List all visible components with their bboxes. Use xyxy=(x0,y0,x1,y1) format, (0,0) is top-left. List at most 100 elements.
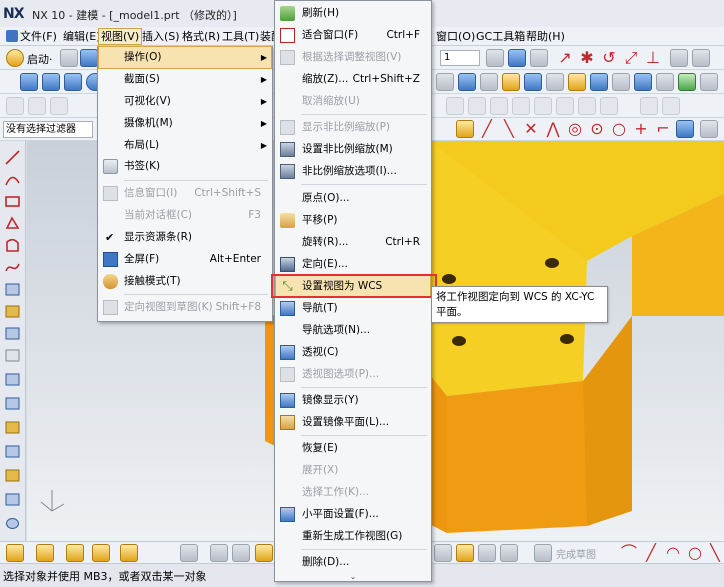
menu-insert[interactable]: 插入(S) xyxy=(140,29,182,44)
intersection-snap-icon[interactable]: ⋀ xyxy=(544,120,562,138)
grid-snap-icon[interactable] xyxy=(700,120,718,138)
line-icon[interactable] xyxy=(4,149,21,166)
menu-file[interactable]: 文件(F) xyxy=(4,29,59,44)
menu-help[interactable]: 帮助(H) xyxy=(524,29,567,44)
reuse-library-icon[interactable] xyxy=(92,544,110,562)
constraint-navigator-icon[interactable] xyxy=(66,544,84,562)
wireframe-icon[interactable] xyxy=(480,73,498,91)
sketch-ruler-icon[interactable] xyxy=(456,544,474,562)
layer-combo[interactable]: 1 xyxy=(440,50,480,66)
face-snap-icon[interactable] xyxy=(676,120,694,138)
end-point-snap-icon[interactable]: ╱ xyxy=(478,120,496,138)
render-style-icon[interactable] xyxy=(546,73,564,91)
mid-point-snap-icon[interactable]: ╲ xyxy=(500,120,518,138)
toolbar-options-icon[interactable] xyxy=(670,49,688,67)
toolbar-more-icon[interactable] xyxy=(692,49,710,67)
shape-icon[interactable] xyxy=(4,237,21,254)
control-point-snap-icon[interactable]: ✕ xyxy=(522,120,540,138)
op-refresh[interactable]: 刷新(H) xyxy=(276,3,430,24)
op-facet-settings[interactable]: 小平面设置(F)... xyxy=(276,504,430,525)
history-icon[interactable] xyxy=(120,544,138,562)
op-rotate[interactable]: 旋转(R)... Ctrl+R xyxy=(276,232,430,253)
analysis-icon[interactable] xyxy=(578,97,596,115)
menu-scroll-down-icon[interactable]: ⌄ xyxy=(275,572,431,581)
wcs-origin-icon[interactable]: ↗ xyxy=(556,49,574,67)
start-icon[interactable] xyxy=(6,49,24,67)
shaded-icon[interactable] xyxy=(458,73,476,91)
op-mirror-display[interactable]: 镜像显示(Y) xyxy=(276,390,430,411)
view-menu-layout[interactable]: 布局(L) ▶ xyxy=(99,135,271,156)
datum-plane-icon[interactable] xyxy=(534,97,552,115)
type-filter-dropdown[interactable]: 没有选择过滤器 xyxy=(3,121,93,138)
sketch-line-icon[interactable]: ╱ xyxy=(642,544,660,562)
wcs-orient-icon[interactable]: ⤢ xyxy=(622,49,640,67)
menu-tools[interactable]: 工具(T) xyxy=(220,29,261,44)
block-icon[interactable] xyxy=(42,73,60,91)
right-view-icon[interactable] xyxy=(656,73,674,91)
point-on-curve-snap-icon[interactable]: + xyxy=(632,120,650,138)
view-menu-section[interactable]: 截面(S) ▶ xyxy=(99,69,271,90)
system-scene-icon[interactable] xyxy=(255,544,273,562)
op-nonproportional-options[interactable]: 非比例缩放选项(I)... xyxy=(276,161,430,182)
move-to-layer-icon[interactable] xyxy=(508,49,526,67)
wcs-display-icon[interactable]: ⊥ xyxy=(644,49,662,67)
new-file-icon[interactable] xyxy=(60,49,78,67)
snap-more-icon[interactable] xyxy=(662,97,680,115)
profile-icon[interactable]: ⌒ xyxy=(620,544,638,562)
process-studio-icon[interactable] xyxy=(210,544,228,562)
op-perspective[interactable]: 透视(C) xyxy=(276,342,430,363)
rectangle-icon[interactable] xyxy=(4,193,21,210)
view-menu-bookmark[interactable]: 书签(K) xyxy=(99,156,271,177)
op-navigate-options[interactable]: 导航选项(N)... xyxy=(276,320,430,341)
datum-axis-icon[interactable] xyxy=(556,97,574,115)
cut-icon[interactable] xyxy=(50,97,68,115)
quadrant-snap-icon[interactable]: ⊙ xyxy=(588,120,606,138)
spline-icon[interactable] xyxy=(4,259,21,276)
shell-icon[interactable] xyxy=(4,515,21,532)
copy-icon[interactable] xyxy=(28,97,46,115)
datum-csys-icon[interactable] xyxy=(512,97,530,115)
op-restore[interactable]: 恢复(E) xyxy=(276,438,430,459)
view-menu-touch-mode[interactable]: 接触模式(T) xyxy=(99,271,271,292)
arc-icon[interactable] xyxy=(4,171,21,188)
menu-format[interactable]: 格式(R) xyxy=(180,29,222,44)
trimetric-icon[interactable] xyxy=(568,73,586,91)
sketch-constraints-icon[interactable] xyxy=(478,544,496,562)
sketch-circle-icon[interactable]: ○ xyxy=(686,544,704,562)
snap-options-icon[interactable] xyxy=(640,97,658,115)
menu-window[interactable]: 窗口(O) xyxy=(434,29,477,44)
op-set-nonproportional[interactable]: 设置非比例缩放(M) xyxy=(276,139,430,160)
edge-display-icon[interactable] xyxy=(502,73,520,91)
finish-sketch-icon[interactable] xyxy=(534,544,552,562)
section-analysis-icon[interactable] xyxy=(600,97,618,115)
point-icon[interactable] xyxy=(490,97,508,115)
part-navigator-icon[interactable] xyxy=(6,544,24,562)
menu-edit[interactable]: 编辑(E) xyxy=(61,29,103,44)
view-menu-camera[interactable]: 摄像机(M) ▶ xyxy=(99,113,271,134)
layer-settings-icon[interactable] xyxy=(486,49,504,67)
menu-view[interactable]: 视图(V) xyxy=(97,28,143,45)
wcs-rotate-icon[interactable]: ↺ xyxy=(600,49,618,67)
display-options-icon[interactable] xyxy=(678,73,696,91)
polygon-icon[interactable] xyxy=(4,215,21,232)
op-orient[interactable]: 定向(E)... xyxy=(276,254,430,275)
top-view-icon[interactable] xyxy=(612,73,630,91)
chamfer-icon[interactable] xyxy=(4,491,21,508)
open-icon[interactable] xyxy=(80,49,98,67)
point-on-face-snap-icon[interactable]: ⌐ xyxy=(654,120,672,138)
measure-angle-icon[interactable] xyxy=(468,97,486,115)
op-delete[interactable]: 删除(D)... xyxy=(276,552,430,573)
pattern-icon[interactable] xyxy=(4,347,21,364)
op-regenerate-work-view[interactable]: 重新生成工作视图(G) xyxy=(276,526,430,547)
op-set-view-to-wcs[interactable]: ⤡ 设置视图为 WCS xyxy=(275,275,431,298)
sketch-more-icon[interactable]: ╲ xyxy=(706,544,724,562)
extrude-icon[interactable] xyxy=(20,73,38,91)
sketch-tools-icon[interactable] xyxy=(434,544,452,562)
paste-icon[interactable] xyxy=(6,97,24,115)
offset-icon[interactable] xyxy=(4,303,21,320)
op-set-mirror-plane[interactable]: 设置镜像平面(L)... xyxy=(276,412,430,433)
op-zoom[interactable]: 缩放(Z)... Ctrl+Shift+Z xyxy=(276,69,430,90)
copy-to-layer-icon[interactable] xyxy=(530,49,548,67)
view-menu-visualization[interactable]: 可视化(V) ▶ xyxy=(99,91,271,112)
view-fit-icon[interactable] xyxy=(436,73,454,91)
